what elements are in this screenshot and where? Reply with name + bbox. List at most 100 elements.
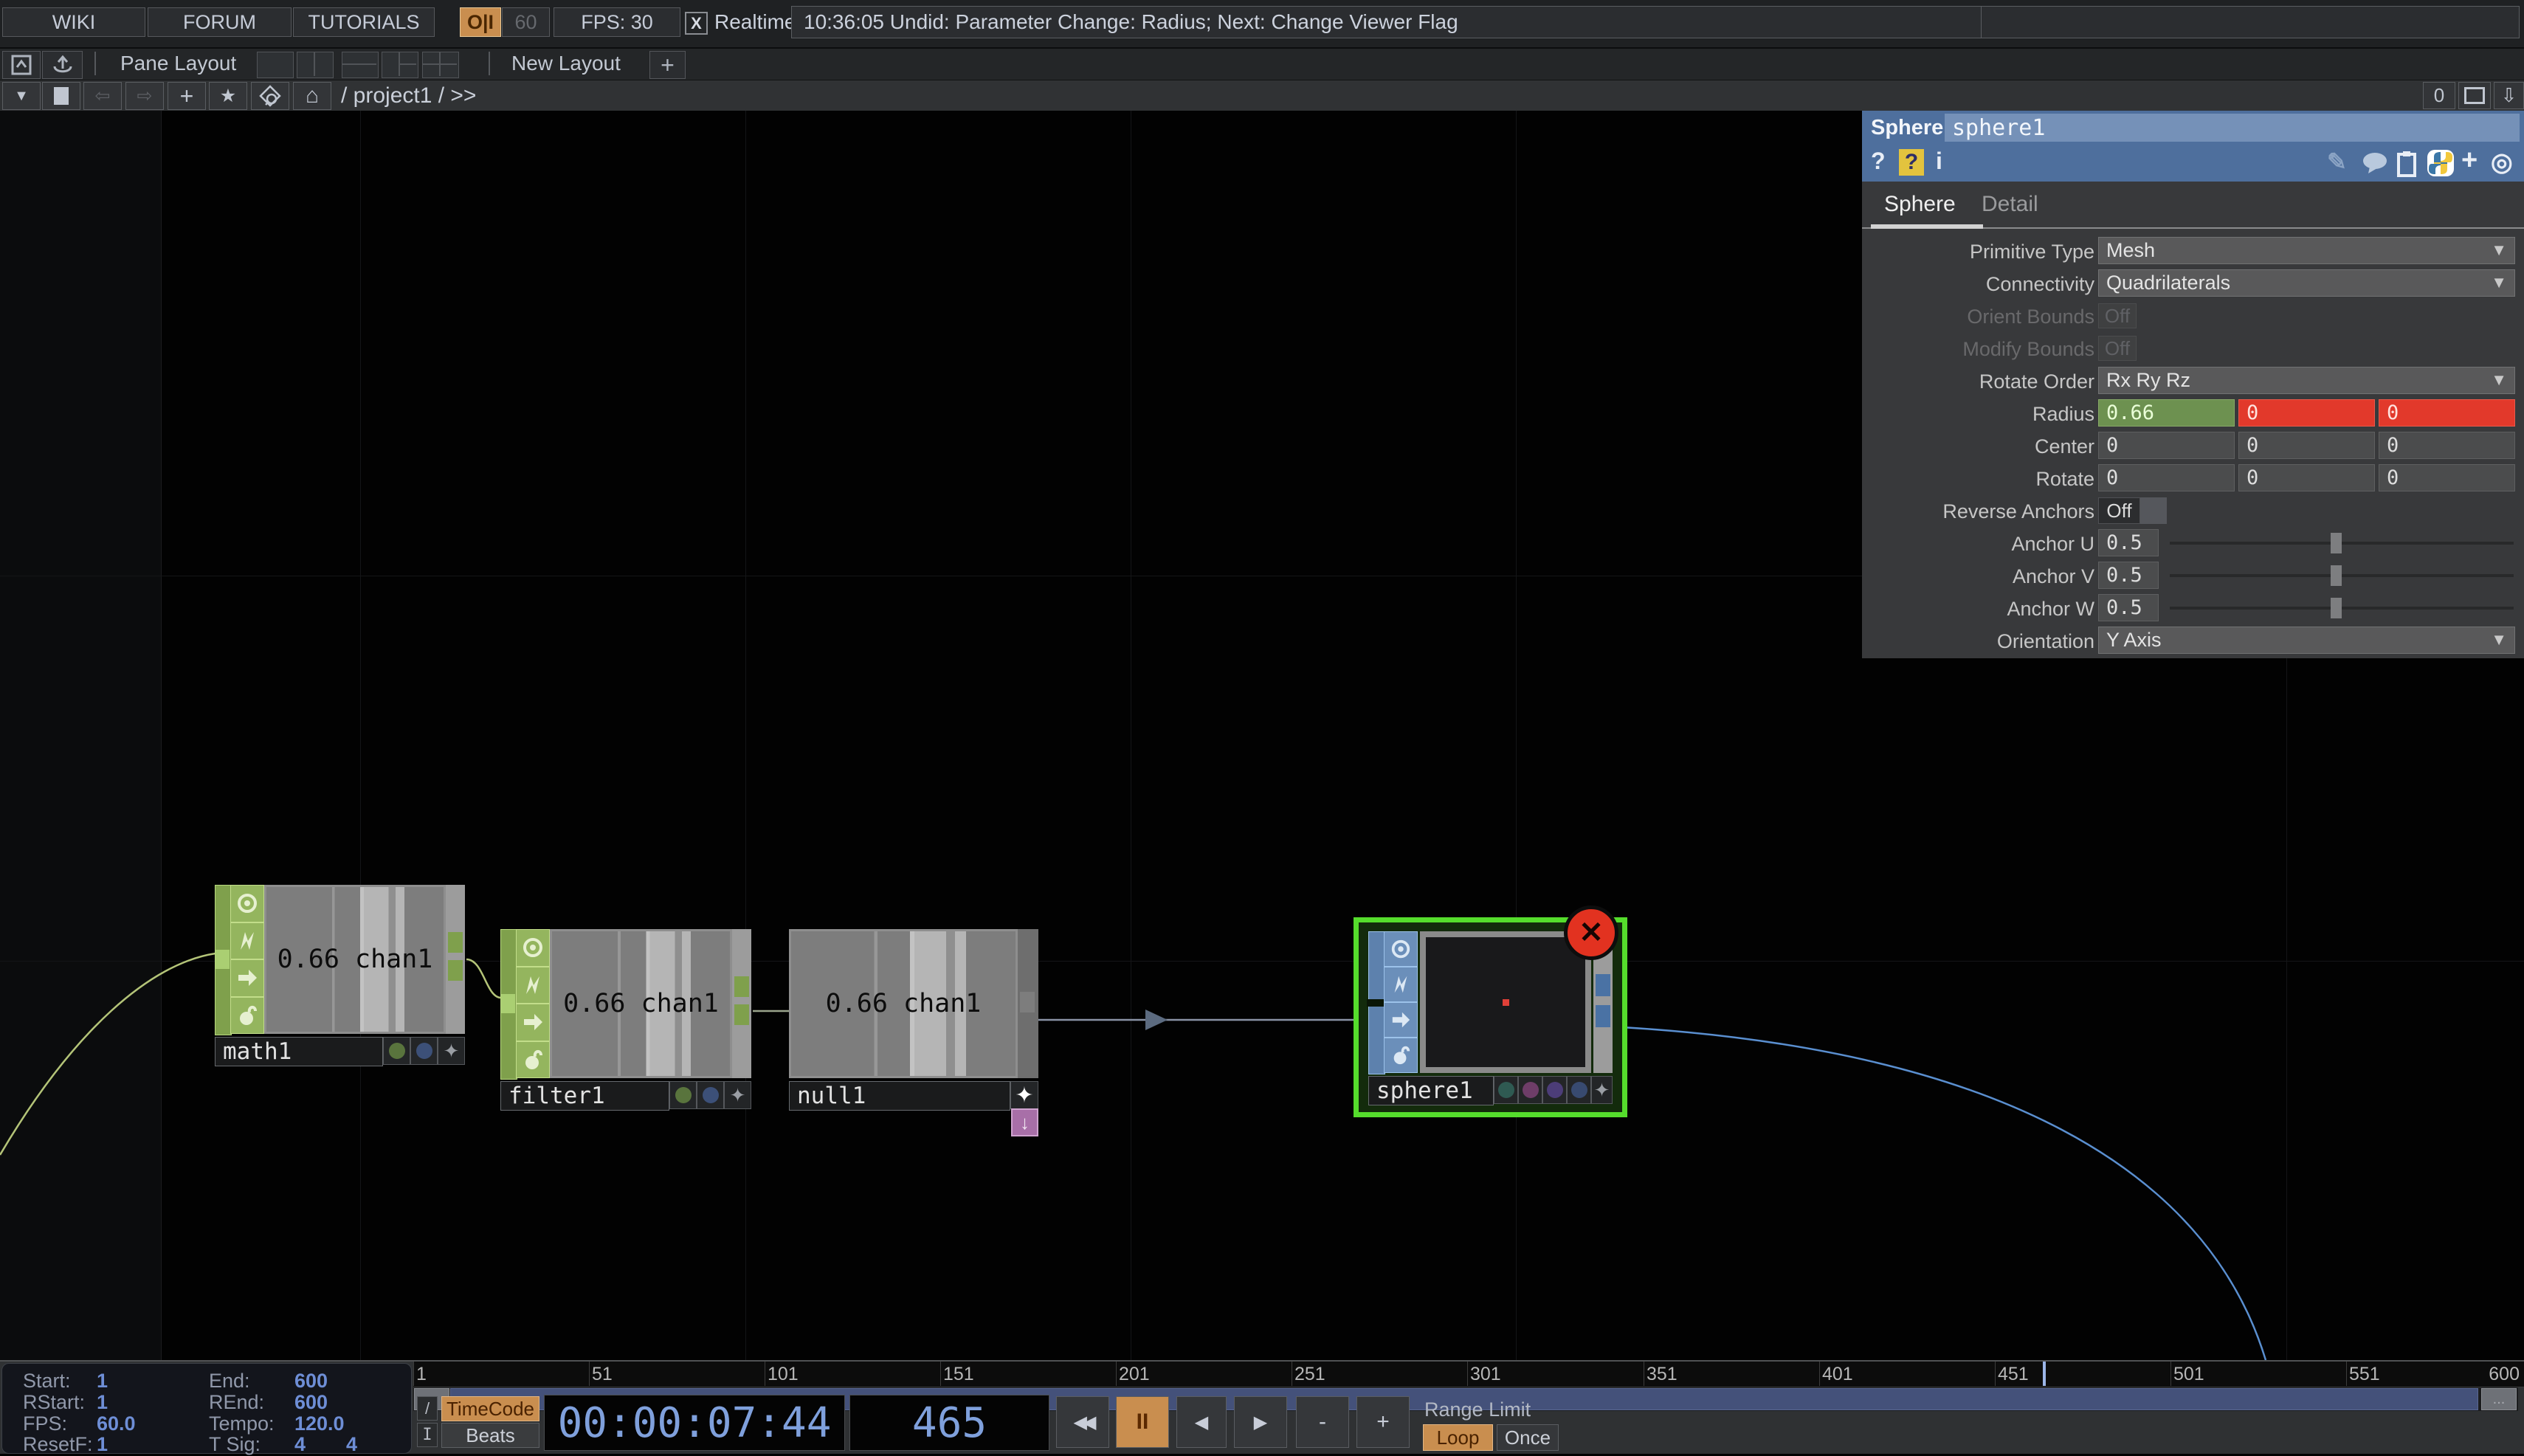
back-button[interactable]: ⇦ xyxy=(83,82,122,110)
maximize-pane-button[interactable] xyxy=(2458,82,2491,109)
sphere1-dot-2[interactable] xyxy=(1518,1076,1542,1104)
anchor-w-slider-handle[interactable] xyxy=(2331,598,2342,618)
anchor-u-slider-track[interactable] xyxy=(2170,542,2514,545)
layout-single-button[interactable] xyxy=(257,52,294,78)
tsig-a-value[interactable]: 4 xyxy=(294,1433,306,1456)
radius-x-field[interactable]: 0.66 xyxy=(2098,399,2235,427)
sphere1-dot-1[interactable] xyxy=(1494,1076,1518,1104)
node-math1[interactable]: 0.66 chan1 math1 ✦ xyxy=(215,885,465,1065)
oi-toggle-button[interactable]: O|I xyxy=(460,7,501,37)
anchor-u-slider-handle[interactable] xyxy=(2331,533,2342,553)
viewer-flag[interactable] xyxy=(516,929,550,967)
bypass-flag[interactable] xyxy=(230,922,264,960)
primitive-type-dropdown[interactable]: Mesh▼ xyxy=(2098,237,2515,264)
forward-button[interactable]: ⇨ xyxy=(125,82,164,110)
timecode-mode-button[interactable]: TimeCode xyxy=(441,1396,539,1421)
frame-ruler[interactable]: 1 51 101 151 201 251 301 351 401 451 501… xyxy=(413,1362,2524,1387)
rotate-y-field[interactable]: 0 xyxy=(2238,464,2375,491)
radius-y-field[interactable]: 0 xyxy=(2238,399,2375,427)
window-popout-button[interactable] xyxy=(2,51,41,79)
sphere1-output-connector-2[interactable] xyxy=(1596,1005,1610,1027)
sphere1-input-connector[interactable] xyxy=(1367,999,1385,1007)
pause-button[interactable]: II xyxy=(1116,1396,1169,1448)
filter1-output-connector-2[interactable] xyxy=(734,1004,749,1025)
current-frame-display[interactable]: 465 xyxy=(849,1395,1049,1451)
range-end-handle[interactable]: ... xyxy=(2481,1388,2517,1410)
operator-name-input[interactable]: sphere1 xyxy=(1945,114,2520,142)
filter1-viewer[interactable]: 0.66 chan1 xyxy=(550,929,732,1078)
node-null1[interactable]: 0.66 chan1 null1 ✦ xyxy=(789,929,1038,1109)
center-z-field[interactable]: 0 xyxy=(2379,432,2515,459)
viewer-flag[interactable] xyxy=(1384,931,1418,967)
jump-to-start-button[interactable]: ◀◀ xyxy=(1056,1396,1109,1448)
add-pane-button[interactable]: + xyxy=(168,82,206,110)
tutorials-button[interactable]: TUTORIALS xyxy=(293,7,435,37)
add-parameter-page-button[interactable]: + xyxy=(2461,145,2478,176)
decrement-button[interactable]: - xyxy=(1296,1396,1349,1448)
absolute-frame-button[interactable]: / xyxy=(417,1396,438,1421)
anchor-w-field[interactable]: 0.5 xyxy=(2098,594,2159,621)
bookmark-button[interactable]: ★ xyxy=(209,82,247,110)
pane-index-button[interactable]: 0 xyxy=(2423,82,2455,109)
node-filter1[interactable]: 0.66 chan1 filter1 ✦ xyxy=(500,929,751,1109)
sphere1-name[interactable]: sphere1 xyxy=(1368,1076,1494,1105)
null1-name[interactable]: null1 xyxy=(789,1081,1010,1111)
rend-value[interactable]: 600 xyxy=(294,1391,328,1414)
tab-detail[interactable]: Detail xyxy=(1982,192,2038,217)
python-help-button[interactable]: ? xyxy=(1899,149,1924,176)
rotate-order-dropdown[interactable]: Rx Ry Rz▼ xyxy=(2098,367,2515,394)
sphere1-dot-4[interactable] xyxy=(1567,1076,1591,1104)
anchor-w-slider-track[interactable] xyxy=(2170,607,2514,610)
search-button[interactable] xyxy=(251,82,289,110)
math1-output-connector-2[interactable] xyxy=(448,960,463,981)
pane-type-dropdown[interactable]: ▼ xyxy=(2,82,41,110)
export-flag[interactable] xyxy=(516,1004,550,1041)
increment-button[interactable]: + xyxy=(1356,1396,1410,1448)
fps-display[interactable]: FPS: 30 xyxy=(554,7,680,37)
filter1-input-connector[interactable] xyxy=(501,994,515,1013)
lock-flag[interactable] xyxy=(230,997,264,1035)
step-forward-button[interactable]: ▶ xyxy=(1234,1396,1287,1448)
realtime-checkbox[interactable]: X xyxy=(685,12,708,35)
rstart-value[interactable]: 1 xyxy=(97,1391,108,1414)
math1-blue-dot[interactable] xyxy=(410,1037,438,1065)
export-flag[interactable] xyxy=(1384,1002,1418,1038)
playhead[interactable] xyxy=(2043,1362,2046,1386)
center-x-field[interactable]: 0 xyxy=(2098,432,2235,459)
sphere1-output-connector[interactable] xyxy=(1596,974,1610,996)
reverse-anchors-toggle-block[interactable] xyxy=(2140,497,2167,524)
null1-export-button[interactable]: ↓ xyxy=(1011,1108,1038,1136)
bullseye-button[interactable]: ◎ xyxy=(2491,148,2513,177)
once-button[interactable]: Once xyxy=(1497,1424,1559,1451)
collapse-pane-button[interactable]: ⇩ xyxy=(2494,82,2524,109)
math1-viewer[interactable]: 0.66 chan1 xyxy=(264,885,446,1034)
layout-vsplit-button[interactable] xyxy=(297,52,334,78)
sphere1-add-comment[interactable]: ✦ xyxy=(1591,1076,1613,1104)
bypass-flag[interactable] xyxy=(1384,967,1418,1002)
start-value[interactable]: 1 xyxy=(97,1370,108,1393)
rotate-z-field[interactable]: 0 xyxy=(2379,464,2515,491)
home-button[interactable]: ⌂ xyxy=(293,82,331,110)
resetf-value[interactable]: 1 xyxy=(97,1433,108,1456)
export-flag[interactable] xyxy=(230,959,264,997)
breadcrumb[interactable]: / project1 / >> xyxy=(341,83,476,108)
null1-viewer[interactable]: 0.66 chan1 xyxy=(789,929,1018,1078)
info-button[interactable]: i xyxy=(1936,148,1942,175)
loop-button[interactable]: Loop xyxy=(1423,1424,1493,1451)
layout-left-right-split-button[interactable] xyxy=(382,52,418,78)
layout-quad-button[interactable] xyxy=(422,52,459,78)
radius-z-field[interactable]: 0 xyxy=(2379,399,2515,427)
filter1-add-comment[interactable]: ✦ xyxy=(724,1081,751,1109)
anchor-v-field[interactable]: 0.5 xyxy=(2098,562,2159,589)
step-back-button[interactable]: ◀ xyxy=(1176,1396,1227,1448)
python-icon[interactable] xyxy=(2427,149,2455,177)
error-badge[interactable]: ✕ xyxy=(1564,905,1618,960)
beats-mode-button[interactable]: Beats xyxy=(441,1423,539,1448)
lock-flag[interactable] xyxy=(1384,1038,1418,1073)
integer-frame-button[interactable]: I xyxy=(417,1423,438,1447)
fps-value[interactable]: 60.0 xyxy=(97,1412,136,1435)
filter1-name[interactable]: filter1 xyxy=(500,1081,669,1111)
reverse-anchors-toggle[interactable]: Off xyxy=(2098,497,2140,524)
stop-button[interactable] xyxy=(42,82,80,110)
chat-bubble-icon[interactable] xyxy=(2361,151,2389,176)
